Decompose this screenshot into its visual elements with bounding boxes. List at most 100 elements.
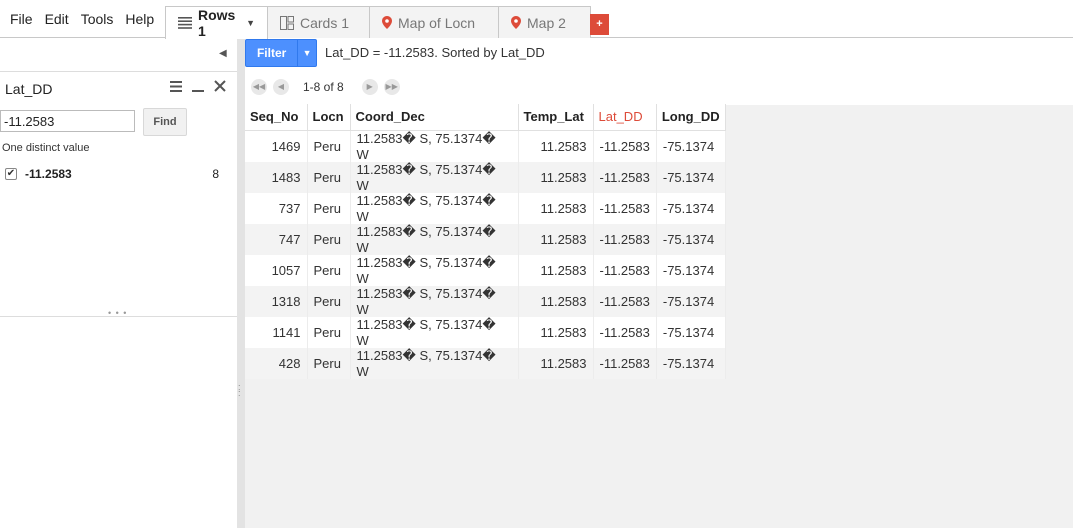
column-header-locn[interactable]: Locn [307,104,351,131]
collapse-left-icon[interactable]: ◀ [219,48,227,59]
filter-status-text: Lat_DD = -11.2583. Sorted by Lat_DD [325,45,545,60]
table-row[interactable]: 428 Peru 11.2583� S, 75.1374� W 11.2583 -11.… [245,347,726,379]
filter-value-count: 8 [212,167,219,181]
main-content: Filter ▼ Lat_DD = -11.2583. Sorted by La… [245,39,1073,528]
cell-seq-no: 1483 [245,161,308,193]
tab-cards[interactable]: Cards 1 [267,6,370,38]
cell-temp-lat: 11.2583 [518,347,594,379]
cell-coord-dec: 11.2583� S, 75.1374� W [350,130,519,162]
add-tab-button[interactable]: + [590,14,609,35]
filter-button-label: Filter [256,46,287,60]
cell-temp-lat: 11.2583 [518,316,594,348]
tab-label: Map 2 [527,14,566,31]
cell-long-dd: -75.1374 [656,161,726,193]
menu-bar: File Edit Tools Help [0,0,160,38]
cell-temp-lat: 11.2583 [518,285,594,317]
cell-long-dd: -75.1374 [656,130,726,162]
splitter-grip-icon[interactable]: :: [238,383,241,398]
close-icon[interactable] [213,79,227,95]
column-header-temp-lat[interactable]: Temp_Lat [518,104,594,131]
table-row[interactable]: 747 Peru 11.2583� S, 75.1374� W 11.2583 -11.… [245,223,726,255]
cell-locn: Peru [307,223,351,255]
filter-card-title: Lat_DD [5,81,53,97]
menu-file[interactable]: File [0,0,39,38]
menu-edit[interactable]: Edit [39,0,75,38]
cell-temp-lat: 11.2583 [518,130,594,162]
cell-long-dd: -75.1374 [656,347,726,379]
menu-help[interactable]: Help [119,0,160,38]
cell-seq-no: 1318 [245,285,308,317]
cell-locn: Peru [307,130,351,162]
cell-lat-dd: -11.2583 [593,254,657,286]
previous-page-icon[interactable]: ◀ [273,79,289,95]
map-pin-icon [382,16,392,29]
cell-lat-dd: -11.2583 [593,316,657,348]
cell-lat-dd: -11.2583 [593,192,657,224]
filter-search-input[interactable] [0,110,135,132]
cell-locn: Peru [307,285,351,317]
tab-map-of-locn[interactable]: Map of Locn [369,6,499,38]
cell-long-dd: -75.1374 [656,223,726,255]
panel-splitter[interactable]: :: [237,39,245,528]
pager: ◀◀ ◀ 1-8 of 8 ▶ ▶▶ [245,69,1073,105]
cell-long-dd: -75.1374 [656,316,726,348]
rows-table: Seq_No Locn Coord_Dec Temp_Lat Lat_DD Lo… [245,104,726,379]
table-row[interactable]: 1483 Peru 11.2583� S, 75.1374� W 11.2583 -11… [245,161,726,193]
menu-icon[interactable] [169,79,183,95]
cell-lat-dd: -11.2583 [593,130,657,162]
cell-coord-dec: 11.2583� S, 75.1374� W [350,161,519,193]
cell-coord-dec: 11.2583� S, 75.1374� W [350,347,519,379]
cell-temp-lat: 11.2583 [518,192,594,224]
cell-lat-dd: -11.2583 [593,161,657,193]
tab-map-2[interactable]: Map 2 [498,6,591,38]
column-header-coord-dec[interactable]: Coord_Dec [350,104,519,131]
table-row[interactable]: 1469 Peru 11.2583� S, 75.1374� W 11.2583 -11… [245,130,726,162]
view-tabs: Rows 1 ▼ Cards 1 Map of Locn Map 2 [165,6,591,39]
filter-card-controls [169,79,227,95]
cell-temp-lat: 11.2583 [518,254,594,286]
table-row[interactable]: 737 Peru 11.2583� S, 75.1374� W 11.2583 -11.… [245,192,726,224]
cell-coord-dec: 11.2583� S, 75.1374� W [350,285,519,317]
column-header-long-dd[interactable]: Long_DD [656,104,726,131]
last-page-icon[interactable]: ▶▶ [383,79,400,95]
table-body: 1469 Peru 11.2583� S, 75.1374� W 11.2583 -11… [245,130,726,379]
cell-long-dd: -75.1374 [656,285,726,317]
cell-seq-no: 1141 [245,316,308,348]
column-header-seq-no[interactable]: Seq_No [245,104,308,131]
cell-locn: Peru [307,254,351,286]
find-button[interactable]: Find [143,108,187,136]
cell-seq-no: 737 [245,192,308,224]
tab-label: Rows 1 [198,7,236,39]
table-row[interactable]: 1318 Peru 11.2583� S, 75.1374� W 11.2583 -11… [245,285,726,317]
cell-lat-dd: -11.2583 [593,223,657,255]
cards-icon [280,15,294,30]
chevron-down-icon[interactable]: ▼ [298,48,316,58]
filter-button[interactable]: Filter ▼ [245,39,317,67]
first-page-icon[interactable]: ◀◀ [251,79,267,95]
menu-tools[interactable]: Tools [75,0,120,38]
chevron-down-icon[interactable]: ▼ [246,18,255,28]
rows-icon [178,17,192,29]
filter-value-row[interactable]: ✔ -11.2583 8 [5,164,219,184]
value-checkbox[interactable]: ✔ [5,168,17,180]
table-row[interactable]: 1141 Peru 11.2583� S, 75.1374� W 11.2583 -11… [245,316,726,348]
minimize-icon[interactable] [191,79,205,95]
table-row[interactable]: 1057 Peru 11.2583� S, 75.1374� W 11.2583 -11… [245,254,726,286]
map-pin-icon [511,16,521,29]
filter-bar: Filter ▼ Lat_DD = -11.2583. Sorted by La… [245,39,1073,69]
cell-seq-no: 1469 [245,130,308,162]
filter-sidebar: ◀ Lat_DD Find One distinct value ✔ -11.2… [0,39,237,528]
next-page-icon[interactable]: ▶ [361,79,378,95]
cell-locn: Peru [307,316,351,348]
tab-label: Cards 1 [300,14,350,31]
tab-label: Map of Locn [398,14,476,31]
rows-table-container: Seq_No Locn Coord_Dec Temp_Lat Lat_DD Lo… [245,104,726,379]
cell-locn: Peru [307,347,351,379]
column-header-lat-dd[interactable]: Lat_DD [593,104,657,131]
cell-temp-lat: 11.2583 [518,223,594,255]
resize-handle[interactable]: • • • [108,308,127,318]
filter-card: Lat_DD Find One distinct value ✔ -11.258… [0,71,237,318]
pager-info: 1-8 of 8 [303,80,344,94]
cell-long-dd: -75.1374 [656,192,726,224]
tab-rows[interactable]: Rows 1 ▼ [165,6,268,39]
